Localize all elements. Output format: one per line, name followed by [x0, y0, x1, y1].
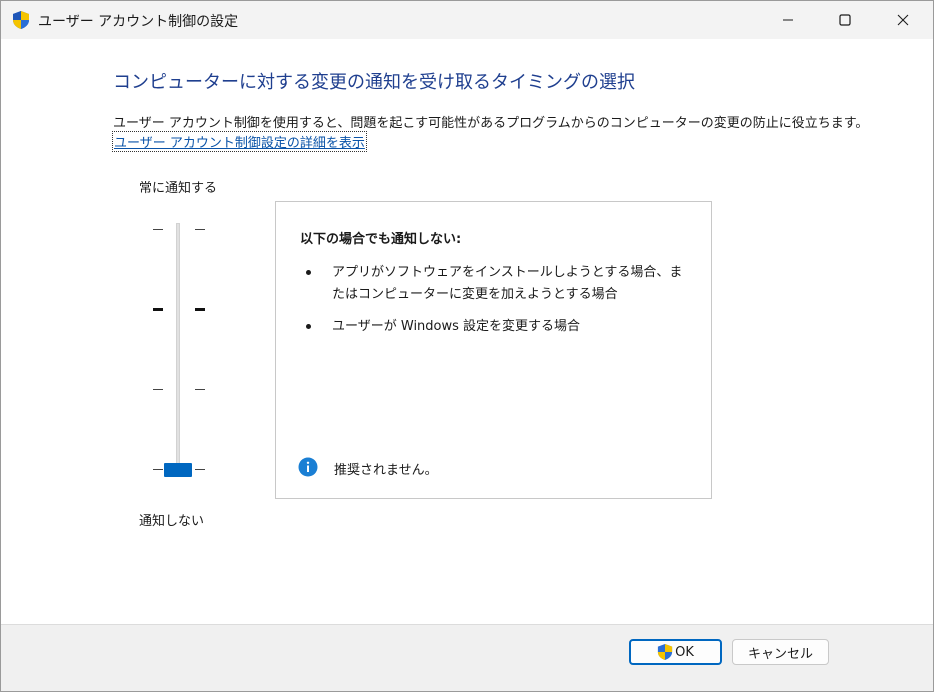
slider-tick — [195, 469, 205, 470]
slider-thumb[interactable] — [164, 463, 192, 477]
panel-bullet-2: ユーザーが Windows 設定を変更する場合 — [332, 319, 581, 334]
close-icon — [897, 14, 909, 26]
slider-bottom-label: 通知しない — [139, 514, 205, 529]
bullet-dot — [306, 270, 311, 275]
description-text: ユーザー アカウント制御を使用すると、問題を起こす可能性があるプログラムからのコ… — [113, 116, 869, 131]
level-description-panel: 以下の場合でも通知しない: アプリがソフトウェアをインストールしようとする場合、… — [275, 201, 712, 499]
slider-tick — [195, 229, 205, 230]
ok-button[interactable]: OK — [629, 639, 722, 665]
ok-button-label: OK — [675, 644, 694, 660]
title-bar[interactable]: ユーザー アカウント制御の設定 — [1, 1, 933, 39]
slider-tick — [195, 308, 205, 311]
window-title: ユーザー アカウント制御の設定 — [38, 14, 239, 30]
slider-tick — [153, 469, 163, 470]
dialog-footer: OK キャンセル — [1, 624, 933, 691]
close-button[interactable] — [874, 1, 932, 39]
panel-title: 以下の場合でも通知しない: — [300, 232, 462, 247]
info-icon — [298, 457, 318, 477]
slider-tick — [195, 389, 205, 390]
uac-shield-icon — [657, 644, 673, 660]
slider-tick — [153, 229, 163, 230]
page-heading: コンピューターに対する変更の通知を受け取るタイミングの選択 — [113, 72, 635, 93]
uac-settings-window: ユーザー アカウント制御の設定 コンピューターに対する変更の通知を受け取るタイミ… — [0, 0, 934, 692]
cancel-button-label: キャンセル — [747, 646, 813, 662]
slider-top-label: 常に通知する — [139, 181, 218, 196]
recommendation-note: 推奨されません。 — [334, 463, 438, 478]
bullet-dot — [306, 324, 311, 329]
minimize-icon — [783, 19, 793, 21]
uac-details-link[interactable]: ユーザー アカウント制御設定の詳細を表示 — [112, 131, 367, 152]
slider-tick — [153, 389, 163, 390]
cancel-button[interactable]: キャンセル — [732, 639, 829, 665]
uac-shield-icon — [13, 11, 29, 29]
maximize-button[interactable] — [816, 1, 874, 39]
slider-track[interactable] — [176, 223, 180, 475]
panel-bullet-1: アプリがソフトウェアをインストールしようとする場合、またはコンピューターに変更を… — [332, 265, 683, 302]
slider-tick — [153, 308, 163, 311]
minimize-button[interactable] — [759, 1, 817, 39]
maximize-icon — [839, 14, 851, 26]
